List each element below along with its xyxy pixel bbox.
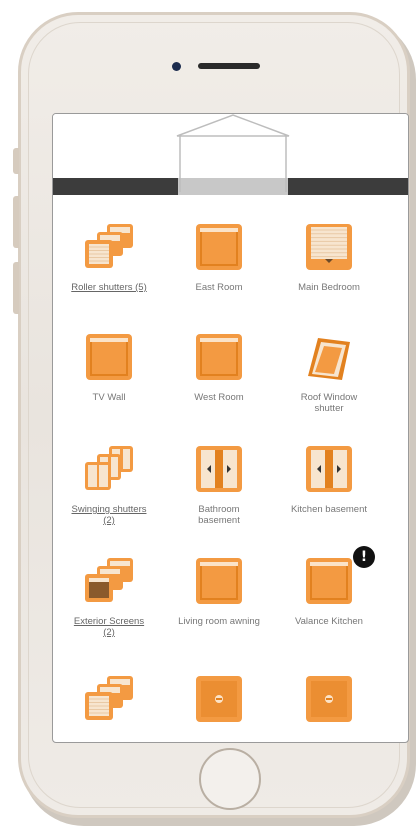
window-shutter-icon [194, 222, 244, 277]
device-label: TV Wall [92, 392, 126, 403]
device-tile[interactable] [53, 674, 165, 742]
window-shutter-icon [194, 556, 244, 611]
window-shutter-icon [194, 332, 244, 387]
device-label[interactable]: Swinging shutters (2) [53, 504, 165, 526]
home-button[interactable] [199, 748, 261, 810]
device-label: East Room [195, 282, 243, 293]
volume-up-button [13, 196, 19, 248]
device-tile[interactable]: TV Wall [53, 332, 165, 432]
device-label: Main Bedroom [298, 282, 360, 293]
stack-shutter-icon [81, 222, 137, 277]
stack-swinging-icon [81, 444, 137, 499]
device-tile[interactable]: Swinging shutters (2) [53, 444, 165, 544]
device-tile[interactable]: Roller shutters (5) [53, 222, 165, 322]
socket-device-icon [304, 674, 354, 729]
roof-window-icon [304, 332, 354, 387]
device-label: Bathroom basement [198, 504, 240, 526]
device-label: Kitchen basement [290, 504, 368, 515]
device-tile[interactable]: ! Valance Kitchen [273, 546, 385, 656]
device-label: Living room awning [178, 616, 260, 627]
stack-screen-icon [81, 556, 137, 611]
device-tile[interactable]: Bathroom basement [163, 444, 275, 544]
earpiece-speaker [198, 63, 260, 69]
socket-device-icon [194, 674, 244, 729]
device-tile[interactable]: Exterior Screens (2) [53, 556, 165, 656]
window-shutter-icon [84, 332, 134, 387]
device-tile[interactable]: Living room awning [163, 556, 275, 656]
device-label: Valance Kitchen [295, 616, 363, 627]
device-label: Roof Window shutter [300, 392, 358, 414]
app-screen: Roller shutters (5) East Room Main Bedro… [52, 113, 409, 743]
device-tile[interactable]: Main Bedroom [273, 222, 385, 322]
stack-shutter-icon [81, 674, 137, 729]
swinging-shutter-icon [194, 444, 244, 499]
device-tile[interactable]: West Room [163, 332, 275, 432]
window-shutter-icon [304, 556, 354, 611]
device-tile[interactable]: Kitchen basement [273, 444, 385, 544]
device-tile[interactable]: East Room [163, 222, 275, 322]
warning-badge-icon: ! [353, 546, 375, 568]
device-tile[interactable] [273, 674, 385, 742]
front-camera [172, 62, 181, 71]
swinging-shutter-icon [304, 444, 354, 499]
mute-switch [13, 148, 19, 174]
volume-down-button [13, 262, 19, 314]
device-tile[interactable] [163, 674, 275, 742]
device-label[interactable]: Roller shutters (5) [53, 282, 165, 293]
striped-shutter-icon [304, 222, 354, 277]
device-label[interactable]: Exterior Screens (2) [53, 616, 165, 638]
device-label: West Room [194, 392, 244, 403]
device-tile[interactable]: Roof Window shutter [273, 332, 385, 432]
house-icon[interactable] [175, 114, 291, 192]
